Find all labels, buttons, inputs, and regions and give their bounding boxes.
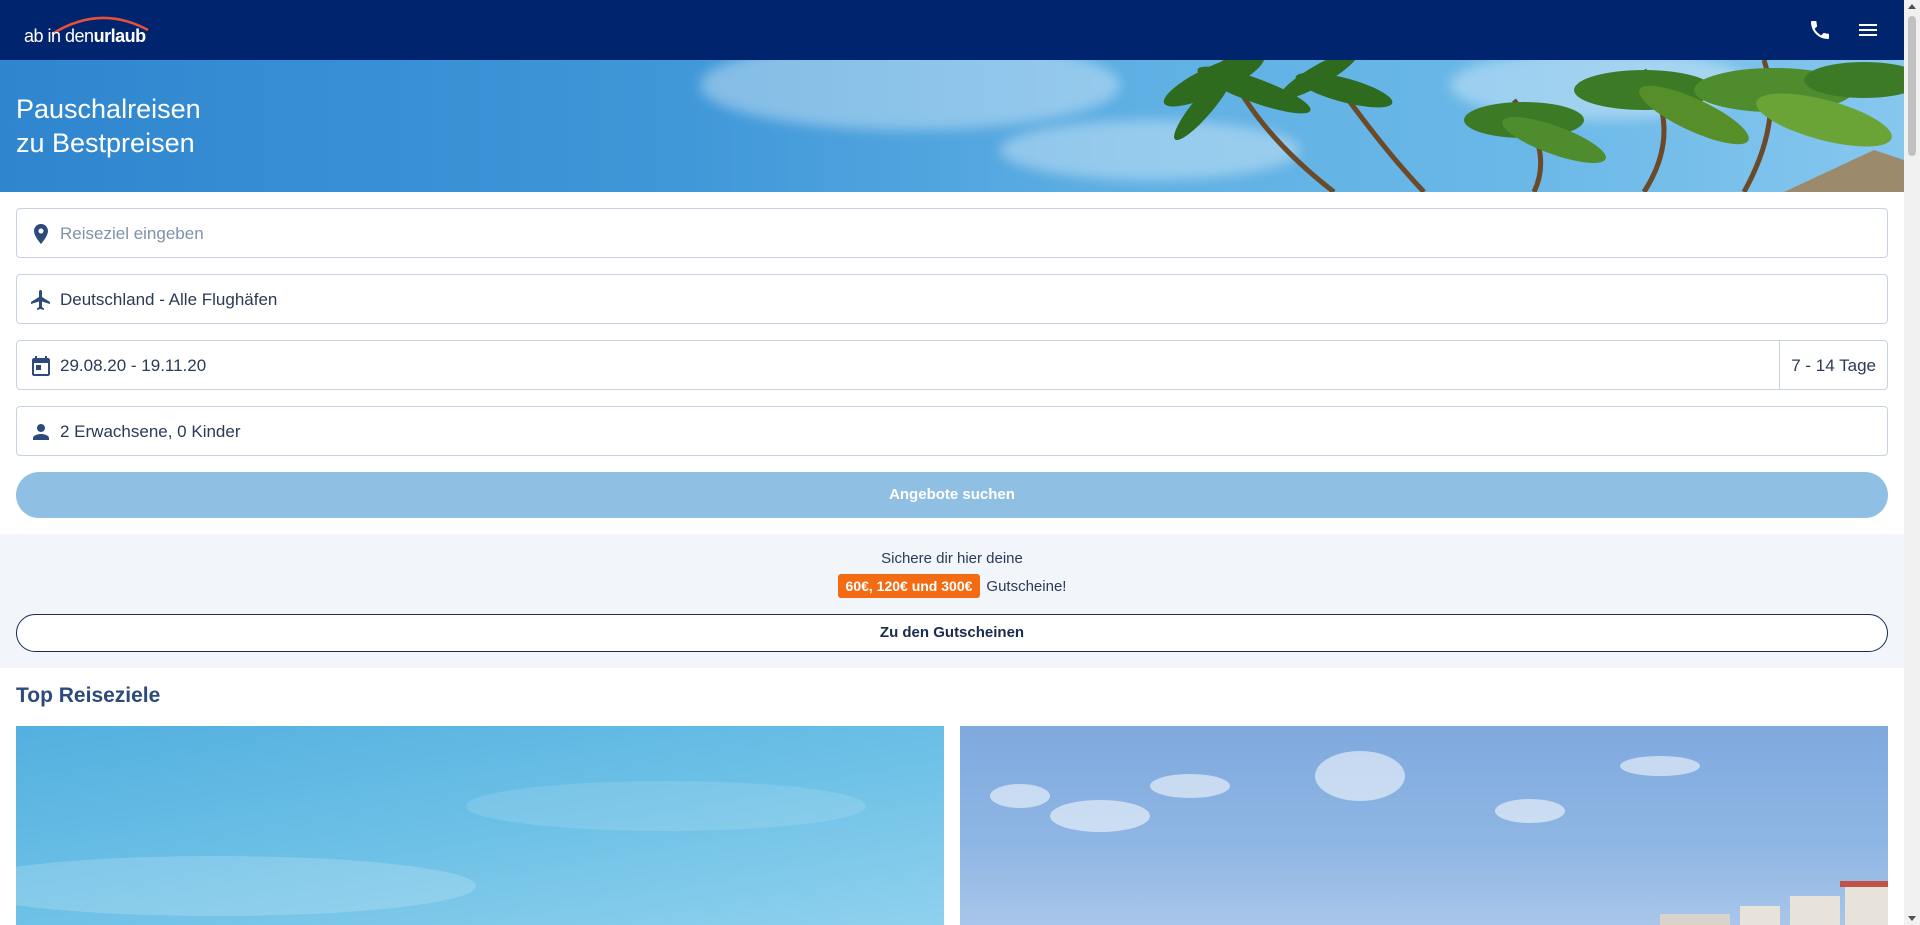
destination-input[interactable]: Reiseziel eingeben xyxy=(16,208,1888,258)
hero-title-line2: zu Bestpreisen xyxy=(16,128,195,158)
travellers-field[interactable]: 2 Erwachsene, 0 Kinder xyxy=(16,406,1888,456)
destination-card[interactable] xyxy=(960,726,1888,925)
location-pin-icon xyxy=(34,224,48,244)
travellers-value: 2 Erwachsene, 0 Kinder xyxy=(60,422,241,441)
logo-text-bold: urlaub xyxy=(93,26,147,46)
voucher-amount-badge: 60€, 120€ und 300€ xyxy=(837,574,981,598)
scroll-down-arrow-icon[interactable] xyxy=(1908,916,1916,921)
voucher-section: Sichere dir hier deine 60€, 120€ und 300… xyxy=(0,534,1904,668)
page-scrollbar[interactable] xyxy=(1904,0,1920,925)
phone-icon[interactable] xyxy=(1808,18,1832,42)
destination-image xyxy=(16,781,866,916)
page: ab in denurlaub Pauschalreisen zu Bestpr… xyxy=(0,0,1904,925)
destination-image xyxy=(990,751,1888,925)
voucher-offer-line: 60€, 120€ und 300€ Gutscheine! xyxy=(0,574,1904,598)
logo[interactable]: ab in denurlaub xyxy=(22,12,162,50)
airport-select[interactable]: Deutschland - Alle Flughäfen xyxy=(16,274,1888,324)
logo-text-light: ab in den xyxy=(24,26,94,46)
dates-value: 29.08.20 - 19.11.20 xyxy=(60,356,207,375)
logo-text: ab in denurlaub xyxy=(24,26,146,47)
palm-trees-image xyxy=(1163,60,1904,192)
person-icon xyxy=(33,424,49,440)
hero-title-line1: Pauschalreisen xyxy=(16,94,201,124)
header: ab in denurlaub xyxy=(0,0,1904,60)
hero-title: Pauschalreisen zu Bestpreisen xyxy=(16,92,201,160)
airplane-icon xyxy=(31,290,50,310)
duration-select[interactable]: 7 - 14 Tage xyxy=(1779,341,1887,389)
search-offers-button[interactable]: Angebote suchen xyxy=(16,472,1888,518)
voucher-suffix-text: Gutscheine! xyxy=(986,578,1067,595)
calendar-icon xyxy=(32,356,50,376)
destination-placeholder: Reiseziel eingeben xyxy=(60,224,204,243)
top-destinations-title: Top Reiseziele xyxy=(16,684,161,707)
menu-icon[interactable] xyxy=(1856,18,1880,42)
voucher-intro-text: Sichere dir hier deine xyxy=(881,550,1023,567)
destination-card[interactable] xyxy=(16,726,944,925)
vouchers-button[interactable]: Zu den Gutscheinen xyxy=(16,614,1888,652)
scrollbar-thumb[interactable] xyxy=(1908,16,1916,156)
date-range-field[interactable]: 29.08.20 - 19.11.20 7 - 14 Tage xyxy=(16,340,1888,390)
hero-banner: Pauschalreisen zu Bestpreisen xyxy=(0,60,1904,192)
airport-value: Deutschland - Alle Flughäfen xyxy=(60,290,278,309)
scroll-up-arrow-icon[interactable] xyxy=(1908,4,1916,9)
